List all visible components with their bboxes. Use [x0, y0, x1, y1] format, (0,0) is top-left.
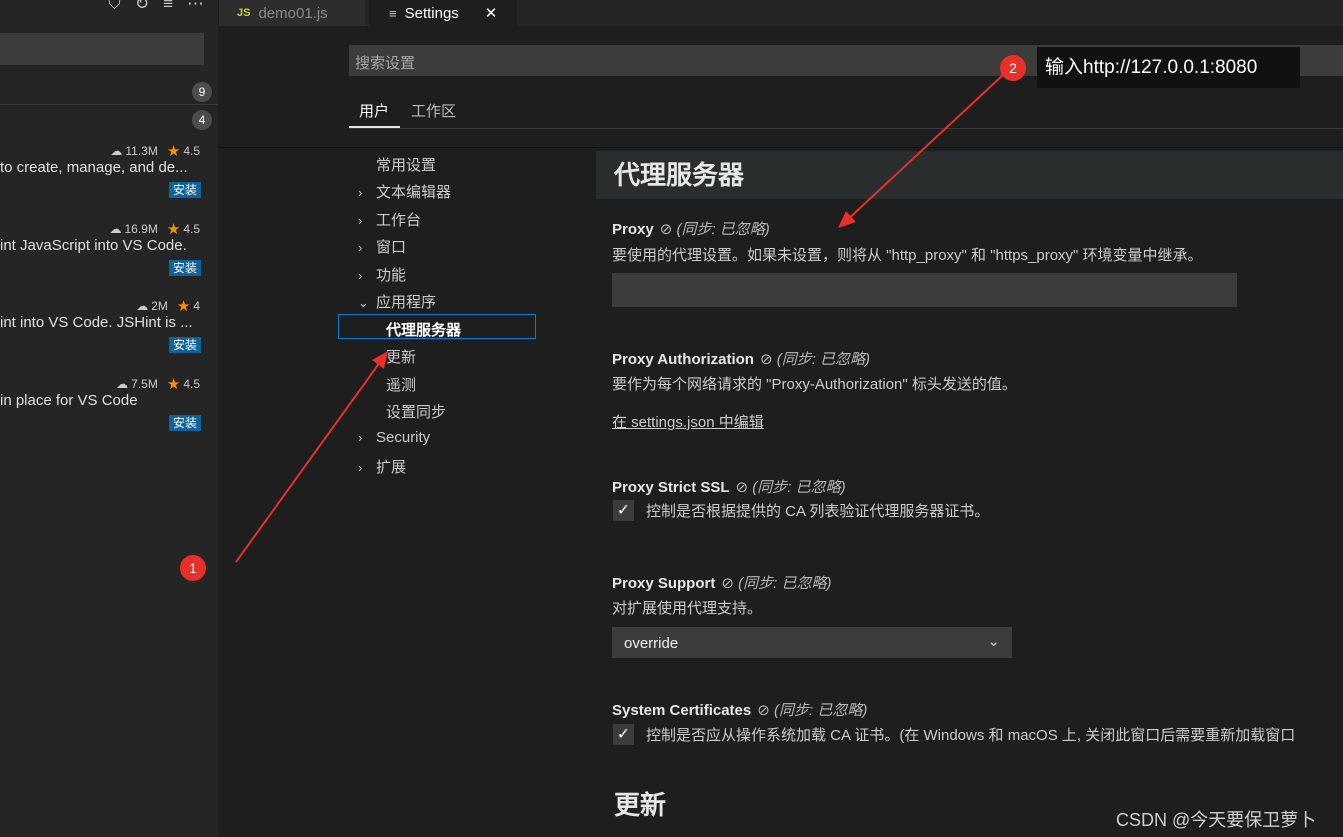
watermark: CSDN @今天要保卫萝卜 — [1116, 810, 1317, 830]
annotation-arrow-2 — [844, 74, 1004, 223]
annotation-tooltip: 输入http://127.0.0.1:8080 — [1037, 47, 1300, 88]
annotation-badge-1: 1 — [180, 555, 206, 581]
arrowhead-1 — [372, 351, 388, 369]
annotation-badge-2: 2 — [1000, 55, 1026, 81]
annotation-arrows — [235, 74, 1004, 563]
annotation-arrow-1 — [235, 357, 384, 563]
